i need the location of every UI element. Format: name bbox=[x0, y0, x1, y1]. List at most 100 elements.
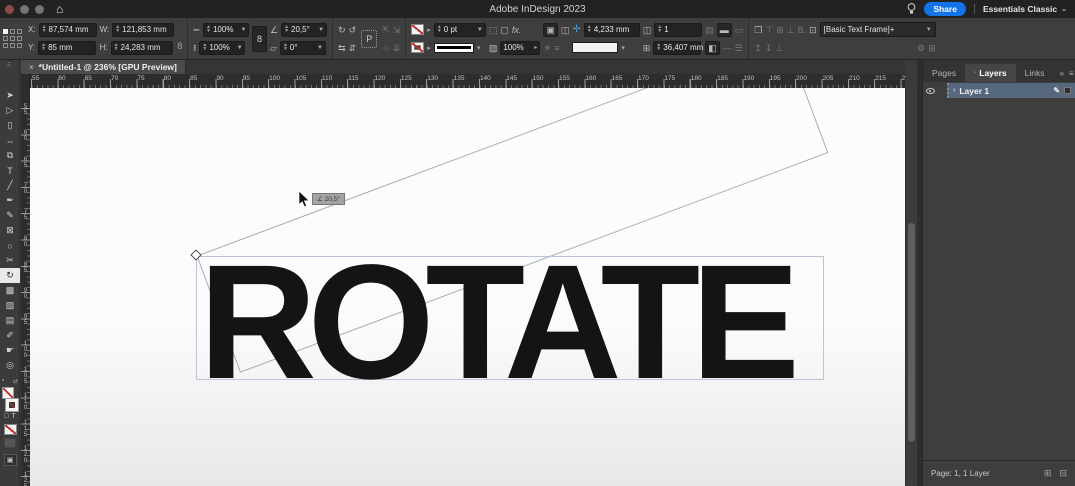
selection-tool[interactable]: ➤ bbox=[0, 88, 20, 103]
tools-panel-grip[interactable]: ⠿ bbox=[0, 60, 19, 70]
formatting-affects-text-icon[interactable]: T bbox=[11, 413, 15, 420]
rotation-angle-field[interactable]: ▲ ▼ 20,5° ▼ bbox=[281, 22, 328, 37]
gap-tool[interactable]: ⇔ bbox=[0, 133, 20, 148]
apply-none-button[interactable] bbox=[3, 424, 17, 435]
window-close-button[interactable] bbox=[5, 4, 14, 14]
vertical-justify-icon[interactable]: ↧ bbox=[765, 43, 773, 53]
fill-swatch-none[interactable] bbox=[411, 24, 425, 35]
pencil-tool[interactable]: ✎ bbox=[0, 208, 20, 223]
fill-arrow-icon[interactable]: ▸ bbox=[427, 26, 431, 34]
w-field[interactable]: ▲ ▼ 121,853 mm bbox=[112, 22, 175, 37]
eyedropper-tool[interactable]: ✐ bbox=[0, 328, 20, 343]
align-baseline-icon[interactable]: ≡ bbox=[554, 43, 559, 53]
window-minimize-button[interactable] bbox=[20, 4, 29, 14]
y-field[interactable]: ▲ ▼ 85 mm bbox=[38, 40, 97, 55]
h-field[interactable]: ▲ ▼ 24,283 mm bbox=[110, 40, 173, 55]
scrollbar-thumb[interactable] bbox=[908, 223, 915, 442]
bullet-list-icon[interactable]: ▤ bbox=[705, 25, 714, 35]
quick-apply-icon[interactable]: ⚙ bbox=[917, 43, 925, 53]
constrain-scale-link-icon[interactable]: 8 bbox=[252, 25, 268, 52]
pen-tool[interactable]: ✒ bbox=[0, 193, 20, 208]
rectangle-frame-tool[interactable]: ⊠ bbox=[0, 223, 20, 238]
ellipse-tool[interactable]: ○ bbox=[0, 238, 20, 253]
collapse-panel-icon[interactable]: » bbox=[1060, 69, 1064, 78]
numbered-list-icon[interactable]: ◧ bbox=[705, 40, 720, 55]
window-zoom-button[interactable] bbox=[35, 4, 44, 14]
first-baseline-icon[interactable]: ↥ bbox=[754, 43, 762, 53]
auto-fit-icon[interactable]: ✛ bbox=[572, 24, 580, 35]
vertical-scrollbar[interactable] bbox=[905, 88, 917, 486]
fit-content-proportionally-button[interactable]: ◫ bbox=[561, 25, 570, 35]
x-field[interactable]: ▲ ▼ 87,574 mm bbox=[38, 22, 97, 37]
layer-selected-row[interactable]: › Layer 1 ✎ bbox=[947, 83, 1075, 98]
ruler-origin-corner[interactable] bbox=[21, 74, 30, 88]
new-layer-button[interactable]: ⊞ bbox=[1044, 468, 1052, 479]
drop-shadow-button[interactable]: ☀ bbox=[543, 43, 551, 53]
align-top-button[interactable]: ⊤ bbox=[765, 25, 773, 35]
document-canvas[interactable]: ROTATE ∠ 20,5° bbox=[30, 88, 905, 486]
align-center-button[interactable]: ⊞ bbox=[776, 25, 784, 35]
effects-fx-icon[interactable]: fx. bbox=[512, 25, 522, 35]
flip-vertical-button[interactable]: ⇵ bbox=[349, 43, 357, 53]
home-icon[interactable]: ⌂ bbox=[56, 3, 63, 15]
corner-shape-icon[interactable]: ▢ bbox=[500, 25, 509, 35]
gradient-swatch-tool[interactable]: ▩ bbox=[0, 283, 20, 298]
rule-above-icon[interactable]: ▭ bbox=[735, 25, 744, 35]
fit-proportional-icon[interactable]: ⇊ bbox=[393, 43, 401, 53]
screen-mode-button[interactable]: ▣ bbox=[3, 454, 17, 466]
reference-point-proxy[interactable] bbox=[3, 28, 23, 49]
tab-links[interactable]: Links bbox=[1016, 64, 1054, 82]
layer-name[interactable]: Layer 1 bbox=[959, 86, 989, 96]
object-style-dropdown[interactable]: [Basic Text Frame]+ ▼ bbox=[819, 22, 936, 37]
learn-lightbulb-icon[interactable] bbox=[907, 3, 916, 15]
rule-below-icon[interactable]: ― bbox=[723, 43, 732, 53]
fit-content-icon[interactable]: ⇱ bbox=[382, 25, 390, 35]
opacity-field[interactable]: 100% ▸ bbox=[500, 40, 541, 55]
layer-row[interactable]: › Layer 1 ✎ bbox=[923, 83, 1075, 98]
flip-horizontal-button[interactable]: ⇆ bbox=[338, 43, 346, 53]
free-transform-tool[interactable]: ↻ bbox=[0, 268, 20, 283]
content-collector-tool[interactable]: ⧉ bbox=[0, 148, 20, 163]
layer-visibility-eye-icon[interactable] bbox=[925, 87, 935, 94]
baseline-grid-icon[interactable]: ☰ bbox=[735, 43, 743, 53]
direct-selection-tool[interactable]: ▷ bbox=[0, 103, 20, 118]
hand-tool[interactable]: ☛ bbox=[0, 343, 20, 358]
swap-fill-stroke-icon[interactable]: ⇄ bbox=[13, 378, 18, 386]
workspace-switcher[interactable]: Essentials Classic ⌄ bbox=[983, 4, 1067, 14]
fill-proxy-swatch[interactable] bbox=[2, 387, 14, 399]
layer-expander-icon[interactable]: › bbox=[953, 87, 955, 94]
corner-options-icon[interactable]: ⬚ bbox=[489, 25, 498, 35]
scale-x-field[interactable]: ▲ ▼ 100% ▼ bbox=[203, 22, 250, 37]
align-bottom-button[interactable]: ⊥ bbox=[787, 25, 795, 35]
share-button[interactable]: Share bbox=[924, 2, 966, 16]
gutter-field[interactable]: ▲ ▼ 36,407 mm bbox=[653, 40, 703, 55]
layer-selection-proxy[interactable] bbox=[1064, 87, 1071, 94]
document-tab[interactable]: × *Untitled-1 @ 236% [GPU Preview] bbox=[21, 60, 186, 74]
balance-columns-icon[interactable]: ⊥ bbox=[775, 43, 783, 53]
text-frame[interactable]: ROTATE bbox=[196, 240, 824, 403]
zoom-tool[interactable]: ◎ bbox=[0, 358, 20, 373]
vertical-ruler[interactable]: 55 60 65 70 75 80 85 90 95 100 105 110 115 120 125 bbox=[21, 88, 30, 486]
scale-y-field[interactable]: ▲ ▼ 100% ▼ bbox=[199, 40, 246, 55]
stroke-arrow-icon[interactable]: ▸ bbox=[427, 44, 431, 52]
stroke-type-dropdown[interactable] bbox=[433, 42, 474, 53]
line-tool[interactable]: ╱ bbox=[0, 178, 20, 193]
tab-pages[interactable]: Pages bbox=[923, 64, 965, 82]
panel-menu-icon[interactable]: ≡ bbox=[1069, 69, 1074, 78]
center-content-icon[interactable]: ⊹ bbox=[382, 43, 390, 53]
constrain-dimensions-icon[interactable]: 8 bbox=[177, 41, 182, 51]
rotate-cw-button[interactable]: ↻ bbox=[338, 25, 346, 35]
stroke-swatch-none[interactable] bbox=[411, 42, 425, 53]
rotate-ccw-button[interactable]: ↺ bbox=[349, 25, 357, 35]
corner-radius-field[interactable]: ▲ ▼ 4,233 mm bbox=[583, 22, 640, 37]
text-frame-options-icon[interactable]: ❒ bbox=[754, 25, 762, 35]
new-style-icon[interactable]: ⊞ bbox=[928, 43, 936, 53]
bullet-options-icon[interactable]: B. bbox=[798, 25, 807, 35]
scissors-tool[interactable]: ✂ bbox=[0, 253, 20, 268]
shear-angle-field[interactable]: ▲ ▼ 0° ▼ bbox=[279, 40, 326, 55]
tab-layers[interactable]: ◦ Layers bbox=[965, 64, 1016, 82]
note-tool[interactable]: ▤ bbox=[0, 313, 20, 328]
page-tool[interactable]: ▯ bbox=[0, 118, 20, 133]
type-tool[interactable]: T bbox=[0, 163, 20, 178]
horizontal-ruler[interactable]: 55 60 65 70 75 80 85 90 95 100 105 110 115 120 125 130 1… bbox=[21, 74, 905, 88]
